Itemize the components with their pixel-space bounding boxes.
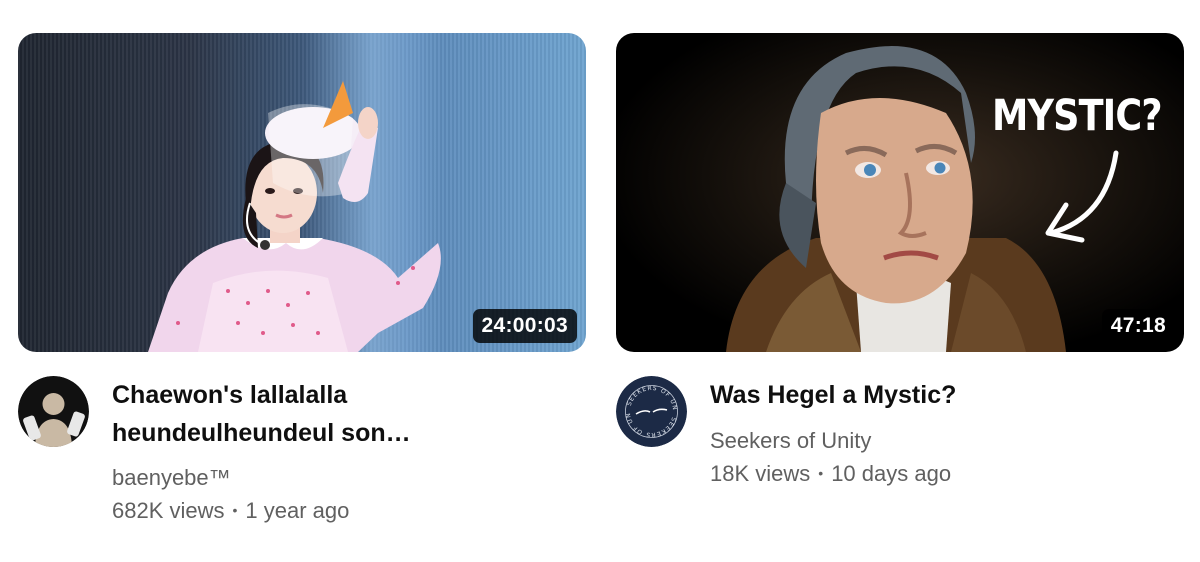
separator-dot: • bbox=[818, 465, 824, 481]
channel-avatar[interactable]: SEEKERS OF UNITY SEEKERS OF UNITY bbox=[616, 376, 687, 447]
channel-name[interactable]: baenyebe™ bbox=[112, 463, 411, 493]
duration-badge: 24:00:03 bbox=[472, 309, 577, 343]
video-title[interactable]: Was Hegel a Mystic? bbox=[710, 376, 956, 414]
seekers-logo-icon: SEEKERS OF UNITY SEEKERS OF UNITY bbox=[616, 376, 687, 447]
view-count: 18K views bbox=[710, 461, 811, 486]
duration-badge: 47:18 bbox=[1101, 309, 1175, 343]
separator-dot: • bbox=[232, 502, 238, 518]
video-title-line-2: heundeulheundeul son… bbox=[112, 419, 411, 447]
thumbnail-caption: MYSTIC? bbox=[992, 91, 1163, 141]
view-count: 682K views bbox=[112, 498, 225, 523]
video-card-2[interactable]: MYSTIC? 47:18 SEEKERS OF UNITY SEEKERS O… bbox=[616, 33, 1184, 494]
video-thumbnail-1[interactable]: 24:00:03 bbox=[18, 33, 586, 352]
upload-age: 1 year ago bbox=[245, 498, 350, 523]
video-info: Was Hegel a Mystic? Seekers of Unity 18K… bbox=[710, 376, 956, 494]
video-meta: SEEKERS OF UNITY SEEKERS OF UNITY Was He… bbox=[616, 376, 1184, 494]
video-stats: 682K views • 1 year ago bbox=[112, 493, 411, 531]
upload-age: 10 days ago bbox=[831, 461, 952, 486]
video-title[interactable]: Chaewon's lallalalla heundeulheundeul so… bbox=[112, 376, 411, 452]
performer-illustration bbox=[148, 81, 441, 352]
channel-name[interactable]: Seekers of Unity bbox=[710, 426, 956, 456]
video-stats: 18K views • 10 days ago bbox=[710, 456, 956, 494]
video-meta: Chaewon's lallalalla heundeulheundeul so… bbox=[18, 376, 586, 531]
video-thumbnail-2[interactable]: MYSTIC? 47:18 bbox=[616, 33, 1184, 352]
avatar-figure-icon bbox=[18, 376, 89, 447]
channel-avatar[interactable] bbox=[18, 376, 89, 447]
video-info: Chaewon's lallalalla heundeulheundeul so… bbox=[112, 376, 411, 531]
video-title-line-1: Chaewon's lallalalla bbox=[112, 381, 348, 409]
video-card-1[interactable]: 24:00:03 Chaewon's lallalalla heundeulhe… bbox=[18, 33, 586, 531]
portrait-illustration bbox=[726, 46, 1119, 352]
